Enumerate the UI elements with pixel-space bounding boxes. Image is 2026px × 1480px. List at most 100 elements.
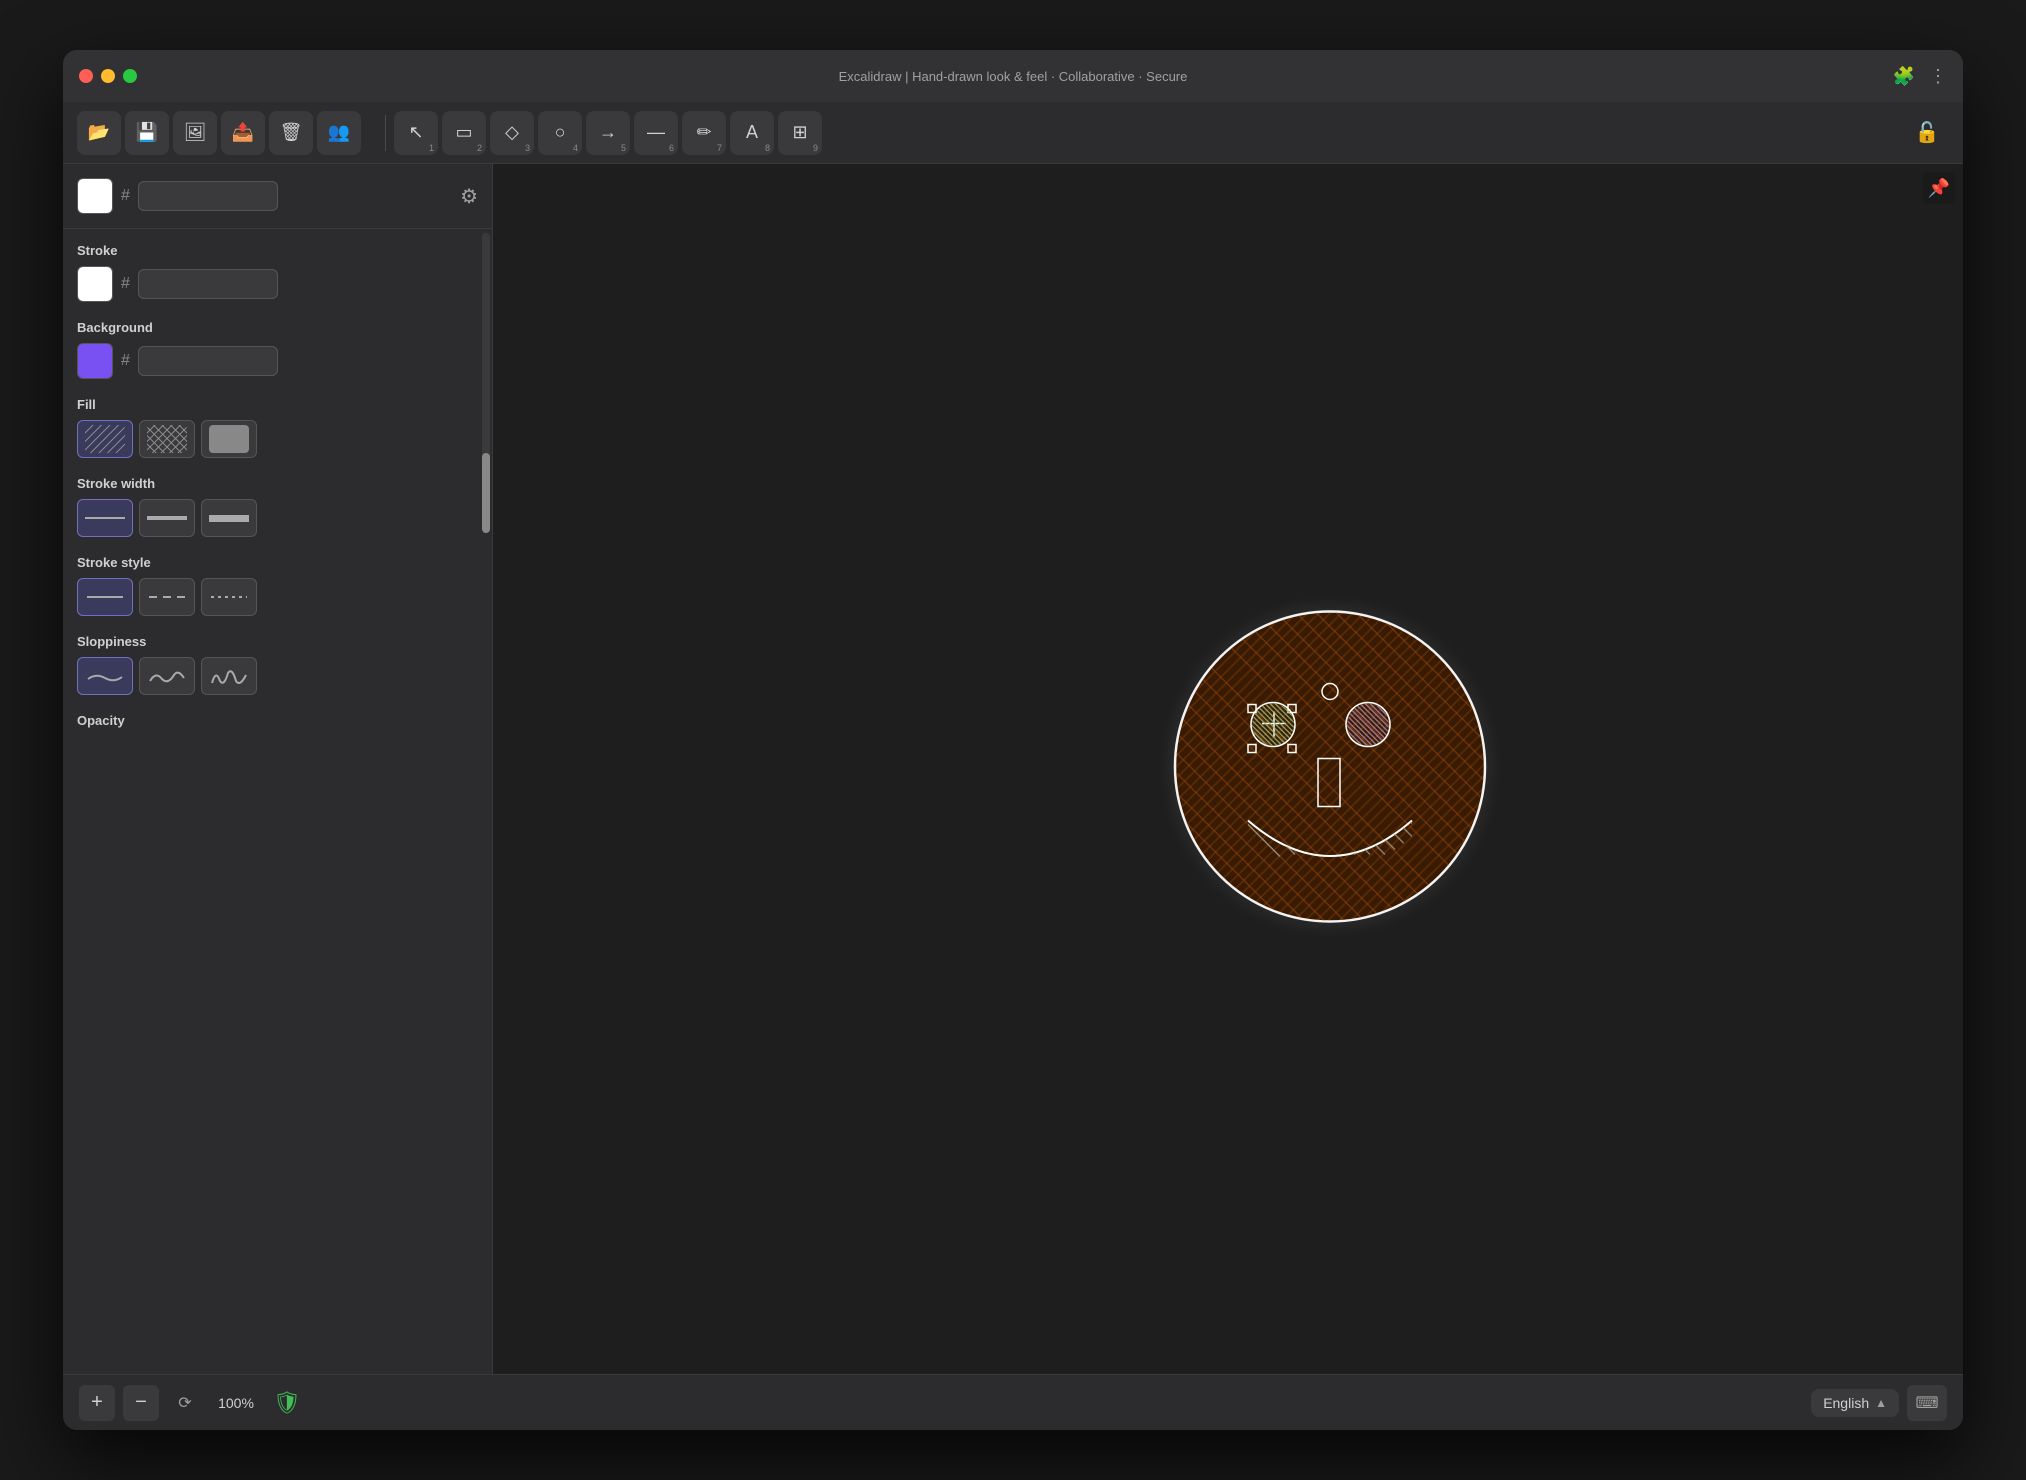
sidebar-scrollbar-thumb xyxy=(482,453,490,533)
sloppiness-high-icon xyxy=(210,665,248,687)
background-color-input[interactable]: 7950f2 xyxy=(138,346,278,376)
sidebar-scrollbar-track[interactable] xyxy=(480,229,492,1374)
stroke-style-label: Stroke style xyxy=(77,555,466,570)
tool-number-3: 3 xyxy=(525,143,530,153)
stroke-width-label: Stroke width xyxy=(77,476,466,491)
language-selector[interactable]: English ▲ xyxy=(1811,1389,1899,1417)
fill-solid-option[interactable] xyxy=(201,420,257,458)
keyboard-button[interactable]: ⌨ xyxy=(1907,1385,1947,1421)
smiley-svg xyxy=(1160,597,1500,937)
diamond-tool[interactable]: ◇ 3 xyxy=(490,111,534,155)
open-button[interactable]: 📂 xyxy=(77,111,121,155)
export-image-button[interactable]: 🖼 xyxy=(173,111,217,155)
delete-button[interactable]: 🗑 xyxy=(269,111,313,155)
collaborate-icon: 👥 xyxy=(328,122,350,143)
image-tool[interactable]: ⊞ 9 xyxy=(778,111,822,155)
stroke-dotted-option[interactable] xyxy=(201,578,257,616)
bottom-bar: + − ⟳ 100% 🛡 English ▲ ⌨ xyxy=(63,1374,1963,1430)
stroke-thin-option[interactable] xyxy=(77,499,133,537)
canvas-color-swatch[interactable] xyxy=(77,178,113,214)
app-body: # ffffff ⚙ Stroke # 000000 xyxy=(63,164,1963,1374)
sloppiness-low-icon xyxy=(86,665,124,687)
sidebar: # ffffff ⚙ Stroke # 000000 xyxy=(63,164,493,1374)
save-button[interactable]: 💾 xyxy=(125,111,169,155)
text-tool[interactable]: A 8 xyxy=(730,111,774,155)
zoom-fit-button[interactable]: ⟳ xyxy=(167,1385,203,1421)
extensions-icon[interactable]: 🧩 xyxy=(1893,66,1915,87)
language-label: English xyxy=(1823,1395,1869,1411)
sidebar-scrollbar xyxy=(482,233,490,533)
diamond-icon: ◇ xyxy=(505,122,519,143)
canvas-color-input[interactable]: ffffff xyxy=(138,181,278,211)
file-tools: 📂 💾 🖼 📤 🗑 👥 xyxy=(77,111,361,155)
fill-crosshatch-option[interactable] xyxy=(139,420,195,458)
background-color-swatch[interactable] xyxy=(77,343,113,379)
collaborate-button[interactable]: 👥 xyxy=(317,111,361,155)
stroke-color-input[interactable]: 000000 xyxy=(138,269,278,299)
smiley-drawing xyxy=(1160,597,1500,942)
export-button[interactable]: 📤 xyxy=(221,111,265,155)
stroke-width-section: Stroke width xyxy=(77,476,466,537)
rectangle-tool[interactable]: ▭ 2 xyxy=(442,111,486,155)
settings-button[interactable]: ⚙ xyxy=(460,184,478,209)
language-arrow-icon: ▲ xyxy=(1875,1396,1887,1410)
sloppiness-section: Sloppiness xyxy=(77,634,466,695)
sloppiness-medium-option[interactable] xyxy=(139,657,195,695)
canvas-color-section: # ffffff ⚙ xyxy=(63,164,492,229)
tool-number-4: 4 xyxy=(573,143,578,153)
open-icon: 📂 xyxy=(88,122,110,143)
sloppiness-high-option[interactable] xyxy=(201,657,257,695)
line-tool[interactable]: — 6 xyxy=(634,111,678,155)
text-icon: A xyxy=(746,122,758,143)
stroke-dashed-option[interactable] xyxy=(139,578,195,616)
zoom-in-button[interactable]: + xyxy=(79,1385,115,1421)
export-icon: 📤 xyxy=(232,122,254,143)
stroke-style-options xyxy=(77,578,466,616)
arrow-tool[interactable]: → 5 xyxy=(586,111,630,155)
minimize-button[interactable] xyxy=(101,69,115,83)
zoom-level: 100% xyxy=(211,1395,261,1411)
stroke-color-row: # 000000 xyxy=(77,266,466,302)
background-section: Background # 7950f2 xyxy=(77,320,466,379)
opacity-label: Opacity xyxy=(77,713,466,728)
tool-number-9: 9 xyxy=(813,143,818,153)
stroke-color-swatch[interactable] xyxy=(77,266,113,302)
zoom-fit-icon: ⟳ xyxy=(178,1393,191,1413)
pencil-tool[interactable]: ✏ 7 xyxy=(682,111,726,155)
sloppiness-low-option[interactable] xyxy=(77,657,133,695)
app-window: Excalidraw | Hand-drawn look & feel · Co… xyxy=(63,50,1963,1430)
pencil-icon: ✏ xyxy=(696,122,711,143)
fill-hatch-option[interactable] xyxy=(77,420,133,458)
ellipse-tool[interactable]: ○ 4 xyxy=(538,111,582,155)
select-icon: ↖ xyxy=(408,122,423,143)
canvas-area[interactable]: 📌 xyxy=(493,164,1963,1374)
fill-section: Fill xyxy=(77,397,466,458)
stroke-label: Stroke xyxy=(77,243,466,258)
tool-number-6: 6 xyxy=(669,143,674,153)
stroke-solid-option[interactable] xyxy=(77,578,133,616)
menu-icon[interactable]: ⋮ xyxy=(1929,66,1947,87)
lock-icon: 🔓 xyxy=(1915,120,1940,145)
stroke-thick-option[interactable] xyxy=(201,499,257,537)
stroke-style-section: Stroke style xyxy=(77,555,466,616)
title-actions: 🧩 ⋮ xyxy=(1893,66,1947,87)
zoom-out-button[interactable]: − xyxy=(123,1385,159,1421)
select-tool[interactable]: ↖ 1 xyxy=(394,111,438,155)
stroke-solid-icon xyxy=(87,596,123,598)
window-title: Excalidraw | Hand-drawn look & feel · Co… xyxy=(839,69,1188,84)
fill-solid-icon xyxy=(209,425,249,453)
maximize-button[interactable] xyxy=(123,69,137,83)
fill-label: Fill xyxy=(77,397,466,412)
shield-button[interactable]: 🛡 xyxy=(269,1385,305,1421)
stroke-dashed-icon xyxy=(149,596,185,598)
lock-button[interactable]: 🔓 xyxy=(1905,111,1949,155)
stroke-section: Stroke # 000000 xyxy=(77,243,466,302)
stroke-medium-option[interactable] xyxy=(139,499,195,537)
tool-number-7: 7 xyxy=(717,143,722,153)
stroke-thick-icon xyxy=(209,515,249,522)
close-button[interactable] xyxy=(79,69,93,83)
line-icon: — xyxy=(647,122,665,143)
fill-options xyxy=(77,420,466,458)
canvas-hash-label: # xyxy=(121,187,130,205)
stroke-medium-icon xyxy=(147,516,187,520)
